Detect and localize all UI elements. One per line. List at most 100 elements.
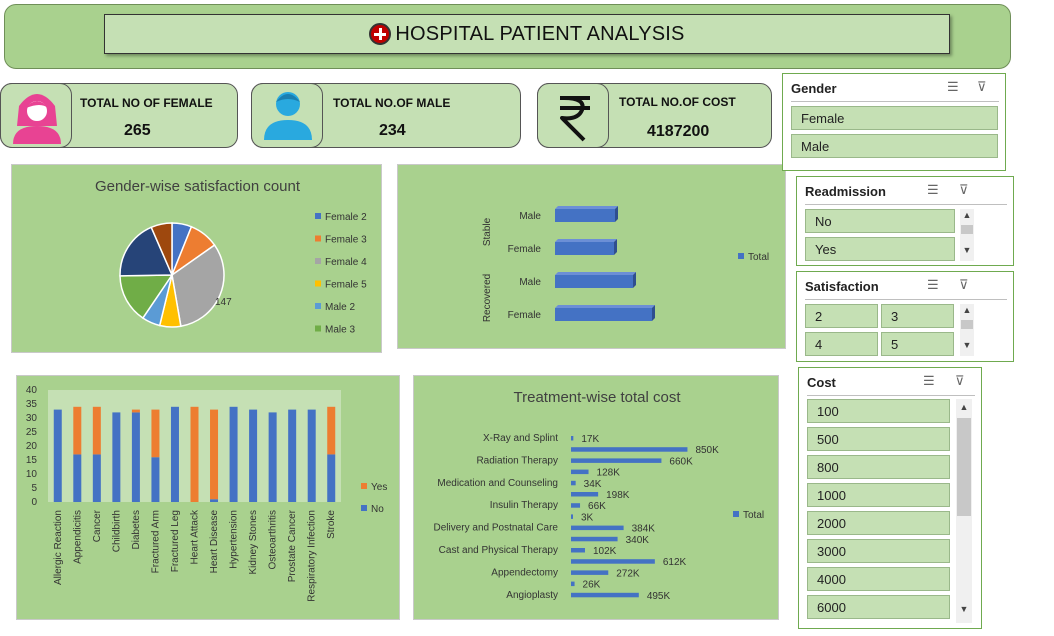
satisfaction-item-2[interactable]: 2 (805, 304, 878, 328)
y-tick-label: 40 (26, 385, 38, 396)
x-tick-label: Diabetes (131, 510, 142, 549)
clear-filter-icon[interactable]: ⊽ (955, 373, 965, 389)
title-box: HOSPITAL PATIENT ANALYSIS (104, 14, 950, 54)
category-label: X-Ray and Splint (483, 433, 558, 444)
y-tick-label: 10 (26, 469, 38, 480)
cost-item-2000[interactable]: 2000 (807, 511, 950, 535)
treatment-cost-chart: 17K 850K660K 128K34K 198K66K3K 384K340K 102K 6… (433, 433, 764, 602)
cost-item-500[interactable]: 500 (807, 427, 950, 451)
x-tick-label: Kidney Stones (248, 510, 259, 575)
clear-filter-icon[interactable]: ⊽ (959, 277, 969, 293)
medical-cross-icon (369, 23, 392, 45)
cost-bar (571, 436, 574, 441)
gender-item-female[interactable]: Female (791, 106, 998, 130)
x-tick-label: Hypertension (229, 510, 240, 569)
multi-select-icon[interactable]: ☰ (927, 182, 939, 198)
scroll-up-icon[interactable]: ▲ (960, 305, 974, 315)
treatment-cost-chart-panel: Treatment-wise total cost 17K 850K 660K 128… (413, 375, 779, 620)
legend-label: Total (748, 252, 769, 263)
cost-slicer-title: Cost (807, 375, 836, 390)
data-label: 17K (581, 434, 599, 445)
scroll-up-icon[interactable]: ▲ (960, 210, 974, 220)
x-tick-label: Childbirth (111, 510, 122, 552)
satisfaction-item-5[interactable]: 5 (881, 332, 954, 356)
legend-swatch (315, 325, 321, 332)
scroll-down-icon[interactable]: ▼ (956, 604, 972, 614)
bar-top (555, 305, 655, 308)
status-bar (555, 275, 633, 288)
data-label: 850K (695, 445, 719, 456)
scroll-down-icon[interactable]: ▼ (960, 340, 974, 350)
cost-item-3000[interactable]: 3000 (807, 539, 950, 563)
slicer-divider (807, 395, 975, 396)
bar-yes (73, 406, 82, 455)
data-label: 340K (626, 535, 650, 546)
x-tick-label: Stroke (326, 510, 337, 539)
scroll-thumb[interactable] (961, 320, 973, 329)
slicer-divider (791, 101, 999, 102)
multi-select-icon[interactable]: ☰ (927, 277, 939, 293)
legend-swatch (315, 235, 321, 242)
clear-filter-icon[interactable]: ⊽ (959, 182, 969, 198)
status-bar (555, 242, 614, 255)
legend-swatch (361, 483, 367, 489)
x-tick-label: Heart Disease (209, 510, 220, 574)
satisfaction-item-3[interactable]: 3 (881, 304, 954, 328)
slicer-divider (805, 299, 1007, 300)
scroll-thumb[interactable] (957, 418, 971, 516)
group-label: Stable (482, 217, 493, 246)
bar-yes (190, 406, 199, 502)
clear-filter-icon[interactable]: ⊽ (977, 79, 987, 95)
cost-item-4000[interactable]: 4000 (807, 567, 950, 591)
bar-yes (151, 409, 160, 458)
status-chart-panel: Male Female Male Female Stable Recovered Total (397, 164, 786, 349)
female-user-icon (13, 94, 61, 144)
cost-bar (571, 525, 624, 531)
readmission-stacked-chart: 40 35 30 25 20 15 10 5 0 Allergic Reaction Appendi… (26, 385, 387, 602)
readmission-chart-panel: 40 35 30 25 20 15 10 5 0 Allergic Reaction Appendi… (16, 375, 400, 620)
bar-no (307, 409, 316, 502)
bar-yes (210, 409, 219, 500)
data-label: 272K (616, 568, 640, 579)
bar-yes (131, 409, 140, 413)
y-tick-label: 0 (31, 497, 37, 508)
cost-bar (571, 581, 575, 587)
cost-item-6000[interactable]: 6000 (807, 595, 950, 619)
cost-item-800[interactable]: 800 (807, 455, 950, 479)
multi-select-icon[interactable]: ☰ (923, 373, 935, 389)
data-label: 102K (593, 546, 617, 557)
bar-no (327, 454, 336, 502)
scroll-up-icon[interactable]: ▲ (956, 402, 972, 412)
readmission-item-no[interactable]: No (805, 209, 955, 233)
multi-select-icon[interactable]: ☰ (947, 79, 959, 95)
legend-label: Female 4 (325, 257, 367, 268)
category-label: Female (508, 244, 542, 255)
satisfaction-item-4[interactable]: 4 (805, 332, 878, 356)
x-tick-label: Heart Attack (190, 509, 201, 564)
x-tick-label: Fractured Leg (170, 510, 181, 572)
legend-label: No (371, 504, 384, 515)
scroll-down-icon[interactable]: ▼ (960, 245, 974, 255)
scroll-thumb[interactable] (961, 225, 973, 234)
data-label: 495K (647, 591, 671, 602)
y-tick-label: 15 (26, 455, 38, 466)
cost-bar (571, 503, 581, 508)
data-label: 612K (663, 557, 687, 568)
cost-bar (571, 514, 573, 519)
legend-label: Male 3 (325, 325, 355, 336)
readmission-item-yes[interactable]: Yes (805, 237, 955, 261)
rupee-icon (560, 96, 590, 142)
legend-label: Yes (371, 482, 387, 493)
cost-bar (571, 536, 618, 542)
bar-no (268, 412, 277, 502)
pie-chart-panel: Gender-wise satisfaction count 147 Female… (11, 164, 382, 353)
gender-item-male[interactable]: Male (791, 134, 998, 158)
cost-item-100[interactable]: 100 (807, 399, 950, 423)
legend-swatch (733, 511, 739, 517)
cost-item-1000[interactable]: 1000 (807, 483, 950, 507)
bar-yes (92, 406, 101, 455)
category-label: Male (519, 211, 541, 222)
status-bar-chart: Male Female Male Female Stable Recovered Total (482, 206, 769, 322)
category-label: Insulin Therapy (490, 500, 558, 511)
kpi-icon-box-cost (537, 83, 609, 148)
